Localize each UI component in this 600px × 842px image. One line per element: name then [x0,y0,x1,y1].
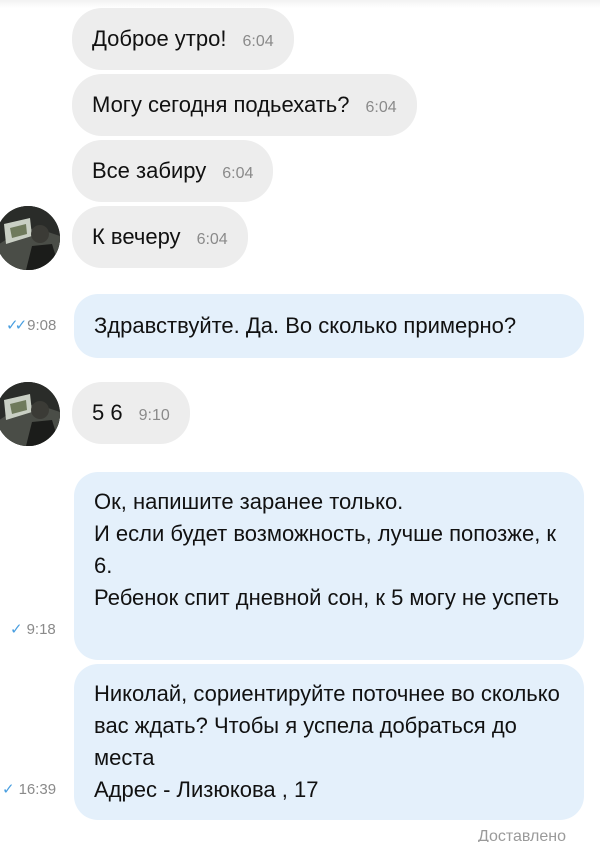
incoming-message[interactable]: Все забиру 6:04 [72,140,274,202]
message-text: Николай, сориентируйте поточнее во сколь… [94,681,560,802]
message-meta: ✓✓ 9:08 [6,316,57,335]
double-check-icon: ✓✓ [6,317,27,334]
message-time: 6:04 [196,231,228,248]
message-text: Ок, напишите заранее только. И если буде… [94,489,560,610]
avatar-photo-icon [0,382,60,446]
message-text: Здравствуйте. Да. Во сколько примерно? [94,313,517,338]
message-meta: ✓ 16:39 [2,780,57,799]
message-text: Доброе утро! [92,26,227,51]
message-time: 16:39 [18,780,57,798]
check-icon: ✓ [2,781,15,798]
message-meta: ✓ 9:18 [10,620,56,639]
delivery-status: Доставлено [477,828,566,842]
incoming-message[interactable]: Могу сегодня подьехать? 6:04 [72,74,417,136]
message-time: 6:04 [222,165,254,182]
message-time: 6:04 [242,33,274,50]
outgoing-message[interactable]: Здравствуйте. Да. Во сколько примерно? [74,294,584,358]
incoming-message[interactable]: 5 6 9:10 [72,382,190,444]
outgoing-message[interactable]: Ок, напишите заранее только. И если буде… [74,472,584,660]
message-time: 9:08 [27,316,57,334]
message-text: К вечеру [92,224,181,249]
incoming-message[interactable]: Доброе утро! 6:04 [72,8,294,70]
message-time: 9:10 [138,407,170,424]
incoming-message[interactable]: К вечеру 6:04 [72,206,248,268]
check-icon: ✓ [10,621,23,638]
outgoing-message[interactable]: Николай, сориентируйте поточнее во сколь… [74,664,584,820]
message-text: Могу сегодня подьехать? [92,92,350,117]
top-shadow [0,0,600,8]
message-time: 6:04 [365,99,397,116]
avatar-photo-icon [0,206,60,270]
chat-view[interactable]: Доброе утро! 6:04 Могу сегодня подьехать… [0,0,600,842]
contact-avatar[interactable] [0,206,60,270]
message-text: 5 6 [92,400,123,425]
message-time: 9:18 [26,620,56,638]
message-text: Все забиру [92,158,207,183]
contact-avatar[interactable] [0,382,60,446]
